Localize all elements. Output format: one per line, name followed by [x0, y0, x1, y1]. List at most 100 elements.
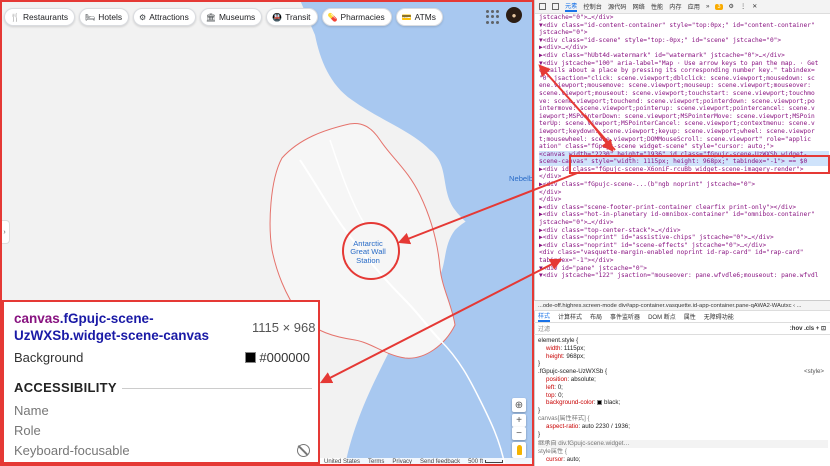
inspect-icon[interactable] — [539, 3, 546, 10]
dom-node-line[interactable]: </div> — [539, 196, 829, 204]
style-rule-line[interactable]: style属性 { — [538, 448, 828, 456]
device-toggle-icon[interactable] — [552, 3, 559, 10]
dom-node-line[interactable]: ▶<div class="top-center-stack">…</div> — [539, 227, 829, 235]
style-rule-line[interactable]: element.style { — [538, 337, 828, 345]
dom-node-line[interactable]: details about a place by pressing its co… — [539, 67, 829, 75]
css-property-value[interactable]: black; — [604, 399, 620, 406]
tab-elements[interactable]: 元素 — [565, 1, 578, 12]
dom-node-line[interactable]: ▼<div id="pane" jstcache="0"> — [539, 265, 829, 273]
css-property-value[interactable]: 0; — [558, 392, 563, 399]
dom-node-line[interactable]: ▼<div class="id-scene" style="top:-0px;"… — [539, 37, 829, 45]
dom-node-line[interactable]: jstcache="0">…</div> — [539, 219, 829, 227]
css-property-name[interactable]: height — [538, 353, 563, 360]
style-rule-line[interactable]: canvas[属性样式] { — [538, 415, 828, 423]
style-rule-line[interactable]: } — [538, 360, 828, 368]
css-source-link[interactable]: <style> — [804, 368, 828, 376]
tab-performance[interactable]: 性能 — [651, 2, 663, 11]
style-rule-line[interactable]: .fGpujc-scene-UzWXSb {<style> — [538, 368, 828, 376]
css-property-name[interactable]: width — [538, 345, 560, 352]
tab-console[interactable]: 控制台 — [583, 2, 602, 11]
css-rule-text: canvas[属性样式] { — [538, 414, 590, 422]
tab-application[interactable]: 应用 — [688, 2, 700, 11]
css-property-value[interactable]: auto 2230 / 1936; — [582, 423, 630, 430]
style-rule-line[interactable]: width: 1115px; — [538, 345, 828, 353]
issues-badge[interactable]: 3 — [715, 3, 723, 10]
subtab-properties[interactable]: 属性 — [684, 312, 696, 321]
css-property-value[interactable]: 1115px; — [564, 345, 585, 352]
dom-node-line[interactable]: ene.viewport;mousemove: scene.viewport;m… — [539, 82, 829, 90]
dom-node-line[interactable]: </div> — [539, 189, 829, 197]
background-hex: #000000 — [259, 350, 310, 365]
color-swatch[interactable] — [597, 400, 603, 406]
dom-node-line[interactable]: ▶<div class="hot-in-planetary id-omnibox… — [539, 211, 829, 219]
dom-node-line[interactable]: "0" jsaction="click: scene.viewport;dblc… — [539, 75, 829, 83]
subtab-accessibility[interactable]: 无障碍功能 — [704, 312, 734, 321]
tooltip-name-label: Name — [14, 403, 49, 418]
styles-filter-input[interactable]: 过滤 — [538, 324, 550, 333]
styles-subtabs: 样式 计算样式 布局 事件监听器 DOM 断点 属性 无障碍功能 — [534, 311, 830, 323]
style-rule-line[interactable]: top: 0; — [538, 392, 828, 400]
tab-more[interactable]: » — [706, 3, 709, 10]
dom-node-line[interactable]: tabindex="-1"></div> — [539, 257, 829, 265]
dom-node-line[interactable]: ▶<div>…</div> — [539, 44, 829, 52]
close-icon[interactable]: ✕ — [752, 3, 757, 10]
dom-node-line[interactable]: ▶<div class="scene-footer-print-containe… — [539, 204, 829, 212]
style-rule-line[interactable]: } — [538, 407, 828, 415]
css-property-name[interactable]: background-color — [538, 399, 594, 406]
dom-node-line[interactable]: ▶<div class="hUbt4d-watermark" id="water… — [539, 52, 829, 60]
dom-node-line[interactable]: ▼<div jstcache="122" jsaction="mouseover… — [539, 272, 829, 280]
dom-node-line[interactable]: iewport;keydown: scene.viewport;keyup: s… — [539, 128, 829, 136]
dom-node-line[interactable]: ve: scene.viewport;touchend: scene.viewp… — [539, 98, 829, 106]
dom-node-line[interactable]: ▼<div class="id-content-container" style… — [539, 22, 829, 30]
subtab-computed[interactable]: 计算样式 — [558, 312, 582, 321]
css-property-name[interactable]: cursor — [538, 456, 563, 463]
subtab-layout[interactable]: 布局 — [590, 312, 602, 321]
dom-node-line[interactable]: jstcache="0"> — [539, 29, 829, 37]
css-property-name[interactable]: position — [538, 376, 567, 383]
dom-node-line[interactable]: t;mousewheel: scene.viewport;DOMMouseScr… — [539, 136, 829, 144]
dom-node-line[interactable]: scene.viewport;mouseout: scene.viewport;… — [539, 90, 829, 98]
subtab-dom-breakpoints[interactable]: DOM 断点 — [648, 312, 676, 321]
dom-node-line[interactable]: ▶<div class="noprint" id="scene-effects"… — [539, 242, 829, 250]
tab-network[interactable]: 网络 — [633, 2, 645, 11]
subtab-styles[interactable]: 样式 — [538, 311, 551, 322]
devtools-toolbar: 元素 控制台 源代码 网络 性能 内存 应用 » 3 ⚙ ⋮ ✕ — [535, 0, 830, 14]
style-rule-line[interactable]: background-color: black; — [538, 399, 828, 407]
style-rule-line[interactable]: position: absolute; — [538, 376, 828, 384]
dom-node-line[interactable]: ▼<div jstcache="100" aria-label="Map · U… — [539, 60, 829, 68]
css-rule-text: } — [538, 360, 541, 368]
style-rule-line[interactable]: aspect-ratio: auto 2230 / 1936; — [538, 423, 828, 431]
css-property-name[interactable]: left — [538, 384, 554, 391]
css-property-value[interactable]: 0; — [558, 384, 563, 391]
selected-node-highlight-frame — [569, 155, 830, 174]
tab-memory[interactable]: 内存 — [669, 2, 681, 11]
style-rule-line[interactable]: height: 968px; — [538, 353, 828, 361]
dom-node-line[interactable]: </div> — [539, 173, 829, 181]
subtab-event-listeners[interactable]: 事件监听器 — [610, 312, 640, 321]
css-property-value[interactable]: auto; — [567, 456, 581, 463]
css-property-value[interactable]: absolute; — [571, 376, 596, 383]
dom-node-line[interactable]: iewport;MSPointerDown: scene.viewport;MS… — [539, 113, 829, 121]
styles-pane[interactable]: element.style {width: 1115px; height: 968… — [538, 337, 828, 465]
css-property-name[interactable]: aspect-ratio — [538, 423, 578, 430]
dom-node-line[interactable]: jstcache="0">…</div> — [539, 14, 829, 22]
css-property-value[interactable]: 968px; — [566, 353, 585, 360]
dom-node-line[interactable]: ation" class="fGpujc-scene widget-scene"… — [539, 143, 829, 151]
dom-node-line[interactable]: ▶<div class="fGpujc-scene-...(b"ngb nopr… — [539, 181, 829, 189]
dom-node-line[interactable]: intermove: scene.viewport;pointerup: sce… — [539, 105, 829, 113]
more-options-icon[interactable]: ⋮ — [740, 3, 746, 10]
css-property-name[interactable]: top — [538, 392, 555, 399]
dom-node-line[interactable]: <div class="vasquette-margin-enabled nop… — [539, 249, 829, 257]
tab-sources[interactable]: 源代码 — [608, 2, 627, 11]
style-rule-line[interactable]: left: 0; — [538, 384, 828, 392]
dom-breadcrumb[interactable]: ...ode-off.highres.screen-mode div#app-c… — [534, 300, 830, 311]
style-rule-line[interactable]: } — [538, 431, 828, 439]
settings-gear-icon[interactable]: ⚙ — [729, 3, 735, 10]
style-rule-line[interactable]: 继承自 div.fGpujc-scene.widget… — [538, 440, 828, 449]
style-rule-line[interactable]: cursor: auto; — [538, 456, 828, 464]
dom-node-line[interactable]: terUp: scene.viewport;MSPointerCancel: s… — [539, 120, 829, 128]
tooltip-keyboard-label: Keyboard-focusable — [14, 443, 130, 458]
filter-controls[interactable]: :hov .cls + ⊡ — [790, 325, 826, 332]
css-rule-text: } — [538, 430, 541, 438]
dom-node-line[interactable]: ▶<div class="noprint" id="assistive-chip… — [539, 234, 829, 242]
